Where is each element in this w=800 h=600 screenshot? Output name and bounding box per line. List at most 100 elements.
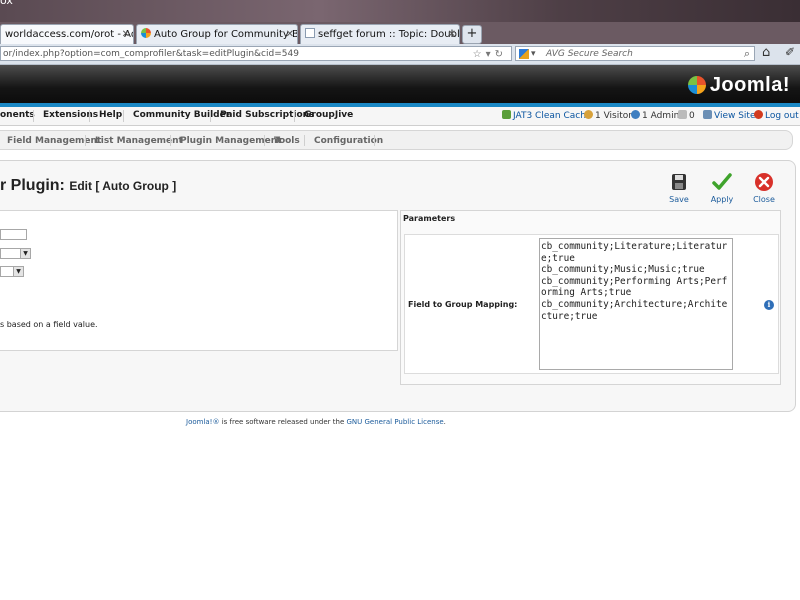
- submenu-configuration[interactable]: Configuration: [314, 136, 383, 146]
- view-site-link[interactable]: View Site: [703, 110, 756, 121]
- joomla-header: Joomla!: [0, 65, 800, 107]
- admins-label: 1 Admin: [642, 111, 680, 121]
- footer-end: .: [443, 418, 446, 426]
- page-title: r Plugin: Edit [ Auto Group ]: [0, 177, 176, 195]
- view-site-label: View Site: [714, 111, 756, 121]
- cache-icon: [502, 110, 511, 119]
- field-mapping-textarea[interactable]: cb_community;Literature;Literature;true …: [539, 238, 733, 370]
- search-input[interactable]: ▾ AVG Secure Search ⌕: [515, 46, 755, 61]
- page-favicon-icon: [305, 28, 315, 38]
- menu-community-builder[interactable]: Community Builder: [133, 110, 230, 120]
- logout-link[interactable]: Log out: [754, 110, 799, 121]
- url-text: or/index.php?option=com_comprofiler&task…: [3, 49, 299, 59]
- submenu-divider: [374, 135, 375, 146]
- browser-tab-autogroup[interactable]: Auto Group for Community Builder - ... ✕: [136, 24, 298, 44]
- submenu-tools[interactable]: Tools: [274, 136, 300, 146]
- submenu-divider: [304, 135, 305, 146]
- menu-divider: [294, 110, 295, 122]
- joomla-logo-text: Joomla!: [709, 74, 790, 96]
- browser-tab-admin[interactable]: worldaccess.com/orot - Administ... ✕: [0, 24, 134, 44]
- floppy-disk-icon: [672, 174, 686, 190]
- browser-tab-forum[interactable]: seffget forum :: Topic: Double User Gr..…: [300, 24, 460, 44]
- footer: Joomla!® is free software released under…: [186, 418, 446, 426]
- apply-button[interactable]: Apply: [704, 172, 740, 204]
- save-button[interactable]: Save: [661, 172, 697, 204]
- access-select[interactable]: ▼: [0, 266, 24, 277]
- tab-strip: worldaccess.com/orot - Administ... ✕ Aut…: [0, 22, 800, 44]
- footer-text: is free software released under the: [219, 418, 347, 426]
- save-label: Save: [669, 195, 689, 204]
- close-button[interactable]: Close: [746, 172, 782, 204]
- close-tab-icon[interactable]: ✕: [122, 25, 130, 44]
- visitors-count: 1 Visitor: [584, 110, 632, 121]
- submenu-plugin-management[interactable]: Plugin Management: [180, 136, 281, 146]
- joomla-logo-icon: [687, 76, 706, 94]
- clean-cache-link[interactable]: JAT3 Clean Cache: [502, 110, 591, 121]
- message-icon: [678, 110, 687, 119]
- joomla-favicon-icon: [141, 28, 151, 38]
- avg-logo-icon: [519, 49, 529, 59]
- menu-divider: [210, 110, 211, 122]
- close-tab-icon[interactable]: ✕: [286, 25, 294, 44]
- star-icon[interactable]: ☆: [473, 49, 486, 60]
- admin-menubar: onents Extensions Help Community Builder…: [0, 107, 800, 126]
- parameters-title: Parameters: [403, 214, 456, 223]
- messages-label: 0: [689, 111, 695, 121]
- menu-divider: [33, 110, 34, 122]
- plugin-description: s based on a field value.: [0, 320, 98, 329]
- menu-components[interactable]: onents: [0, 110, 35, 120]
- menu-divider: [89, 110, 90, 122]
- admins-count: 1 Admin: [631, 110, 679, 121]
- tab-label: worldaccess.com/orot - Administ...: [5, 29, 133, 40]
- field-mapping-label: Field to Group Mapping:: [408, 300, 518, 309]
- chevron-down-icon: ▼: [13, 267, 23, 276]
- info-icon[interactable]: i: [764, 300, 774, 310]
- clean-cache-label: JAT3 Clean Cache: [513, 111, 592, 121]
- close-tab-icon[interactable]: ✕: [448, 25, 456, 44]
- submenu-divider: [264, 135, 265, 146]
- search-placeholder: AVG Secure Search: [546, 49, 633, 59]
- window-titlebar: ox: [0, 0, 800, 22]
- window-title: ox: [0, 0, 13, 7]
- submenu-divider: [85, 135, 86, 146]
- menu-divider: [123, 110, 124, 122]
- page-subtitle: Edit [ Auto Group ]: [69, 179, 177, 193]
- submenu-field-management[interactable]: Field Management: [7, 136, 101, 146]
- search-engine-dropdown-icon[interactable]: ▾: [531, 47, 536, 62]
- plugin-name-input[interactable]: [0, 229, 27, 240]
- checkmark-icon: [712, 173, 732, 190]
- bookmarks-icon[interactable]: ✐: [785, 45, 795, 59]
- admin-icon: [631, 110, 640, 119]
- url-bar[interactable]: or/index.php?option=com_comprofiler&task…: [0, 46, 512, 61]
- reload-icon[interactable]: ↻: [495, 49, 507, 60]
- gnu-license-link[interactable]: GNU General Public License: [347, 418, 444, 426]
- menu-groupjive[interactable]: GroupJive: [304, 110, 353, 120]
- new-tab-button[interactable]: +: [462, 25, 482, 44]
- joomla-link[interactable]: Joomla!®: [186, 418, 220, 426]
- submenu-divider: [170, 135, 171, 146]
- component-submenu: Field Management List Management Plugin …: [0, 130, 793, 150]
- home-icon[interactable]: ⌂: [762, 45, 770, 60]
- url-actions: ☆▾↻: [473, 47, 507, 62]
- monitor-icon: [703, 110, 712, 119]
- published-select[interactable]: ▼: [0, 248, 31, 259]
- chevron-down-icon: ▼: [20, 249, 30, 258]
- messages-count[interactable]: 0: [678, 110, 695, 121]
- page-title-text: r Plugin:: [0, 177, 65, 194]
- navigation-bar: or/index.php?option=com_comprofiler&task…: [0, 44, 800, 65]
- joomla-logo: Joomla!: [687, 74, 790, 97]
- tab-label: seffget forum :: Topic: Double User Gr..…: [318, 29, 460, 40]
- visitors-label: 1 Visitor: [595, 111, 632, 121]
- menu-paid-subscriptions[interactable]: Paid Subscriptions: [220, 110, 314, 120]
- close-label: Close: [753, 195, 775, 204]
- search-icon[interactable]: ⌕: [744, 46, 750, 61]
- user-icon: [584, 110, 593, 119]
- logout-label: Log out: [765, 111, 799, 121]
- close-icon: [755, 173, 773, 191]
- logout-icon: [754, 110, 763, 119]
- menu-help[interactable]: Help: [99, 110, 122, 120]
- dropdown-icon[interactable]: ▾: [486, 49, 495, 60]
- apply-label: Apply: [710, 195, 734, 204]
- tab-label: Auto Group for Community Builder - ...: [154, 29, 297, 40]
- plugin-details-panel: [0, 210, 398, 351]
